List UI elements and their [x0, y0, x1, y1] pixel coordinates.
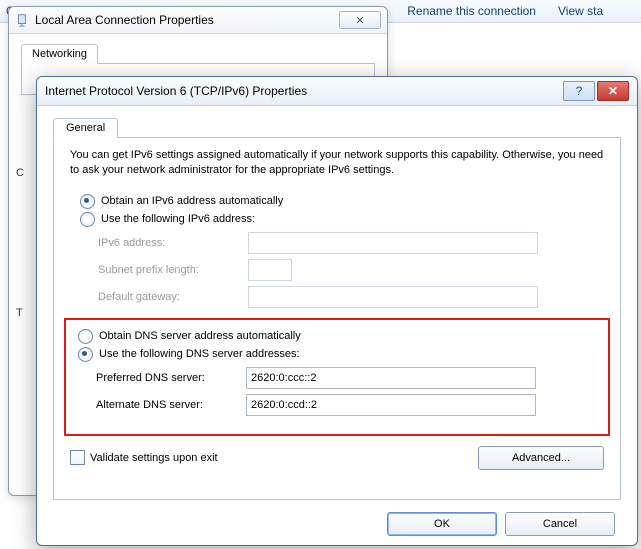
inner-title: Internet Protocol Version 6 (TCP/IPv6) P…: [45, 84, 307, 98]
dns-highlight-box: Obtain DNS server address automatically …: [64, 318, 610, 436]
default-gateway-input: [248, 286, 538, 308]
description-text: You can get IPv6 settings assigned autom…: [70, 148, 604, 178]
help-icon: ?: [576, 84, 583, 98]
radio-label: Obtain an IPv6 address automatically: [101, 195, 283, 207]
radio-use-address-manual[interactable]: Use the following IPv6 address:: [80, 212, 604, 227]
radio-icon: [78, 329, 93, 344]
radio-obtain-dns-auto[interactable]: Obtain DNS server address automatically: [78, 329, 600, 344]
radio-label: Use the following IPv6 address:: [101, 213, 255, 225]
subnet-prefix-label: Subnet prefix length:: [98, 264, 248, 276]
ipv6-properties-dialog: Internet Protocol Version 6 (TCP/IPv6) P…: [36, 76, 638, 546]
preferred-dns-input[interactable]: [246, 367, 536, 389]
outer-close-button[interactable]: ✕: [339, 11, 381, 29]
radio-label: Use the following DNS server addresses:: [99, 348, 300, 360]
validate-checkbox[interactable]: [70, 450, 85, 465]
subnet-prefix-input: [248, 259, 292, 281]
close-button[interactable]: ✕: [597, 81, 629, 101]
radio-use-dns-manual[interactable]: Use the following DNS server addresses:: [78, 347, 600, 362]
toolbar-view-status[interactable]: View sta: [558, 4, 603, 18]
general-panel: You can get IPv6 settings assigned autom…: [53, 138, 621, 500]
alternate-dns-input[interactable]: [246, 394, 536, 416]
preferred-dns-label: Preferred DNS server:: [96, 372, 246, 384]
ipv6-address-label: IPv6 address:: [98, 237, 248, 249]
radio-icon: [80, 194, 95, 209]
ipv6-address-input: [248, 232, 538, 254]
alternate-dns-label: Alternate DNS server:: [96, 399, 246, 411]
tab-general[interactable]: General: [53, 118, 118, 138]
outer-titlebar[interactable]: Local Area Connection Properties ✕: [9, 7, 387, 34]
outer-edge-fragment: C T: [16, 158, 24, 328]
radio-obtain-address-auto[interactable]: Obtain an IPv6 address automatically: [80, 194, 604, 209]
radio-label: Obtain DNS server address automatically: [99, 330, 301, 342]
validate-label: Validate settings upon exit: [90, 452, 218, 464]
ok-button[interactable]: OK: [387, 512, 497, 536]
cancel-button[interactable]: Cancel: [505, 512, 615, 536]
radio-icon: [78, 347, 93, 362]
tab-networking[interactable]: Networking: [21, 44, 98, 64]
inner-titlebar[interactable]: Internet Protocol Version 6 (TCP/IPv6) P…: [37, 77, 637, 106]
radio-icon: [80, 212, 95, 227]
close-icon: ✕: [608, 84, 618, 98]
outer-title: Local Area Connection Properties: [35, 13, 214, 27]
toolbar-rename[interactable]: Rename this connection: [407, 4, 536, 18]
help-button[interactable]: ?: [563, 81, 595, 101]
network-adapter-icon: [15, 13, 29, 27]
default-gateway-label: Default gateway:: [98, 291, 248, 303]
advanced-button[interactable]: Advanced...: [478, 446, 604, 470]
close-icon: ✕: [355, 14, 364, 27]
